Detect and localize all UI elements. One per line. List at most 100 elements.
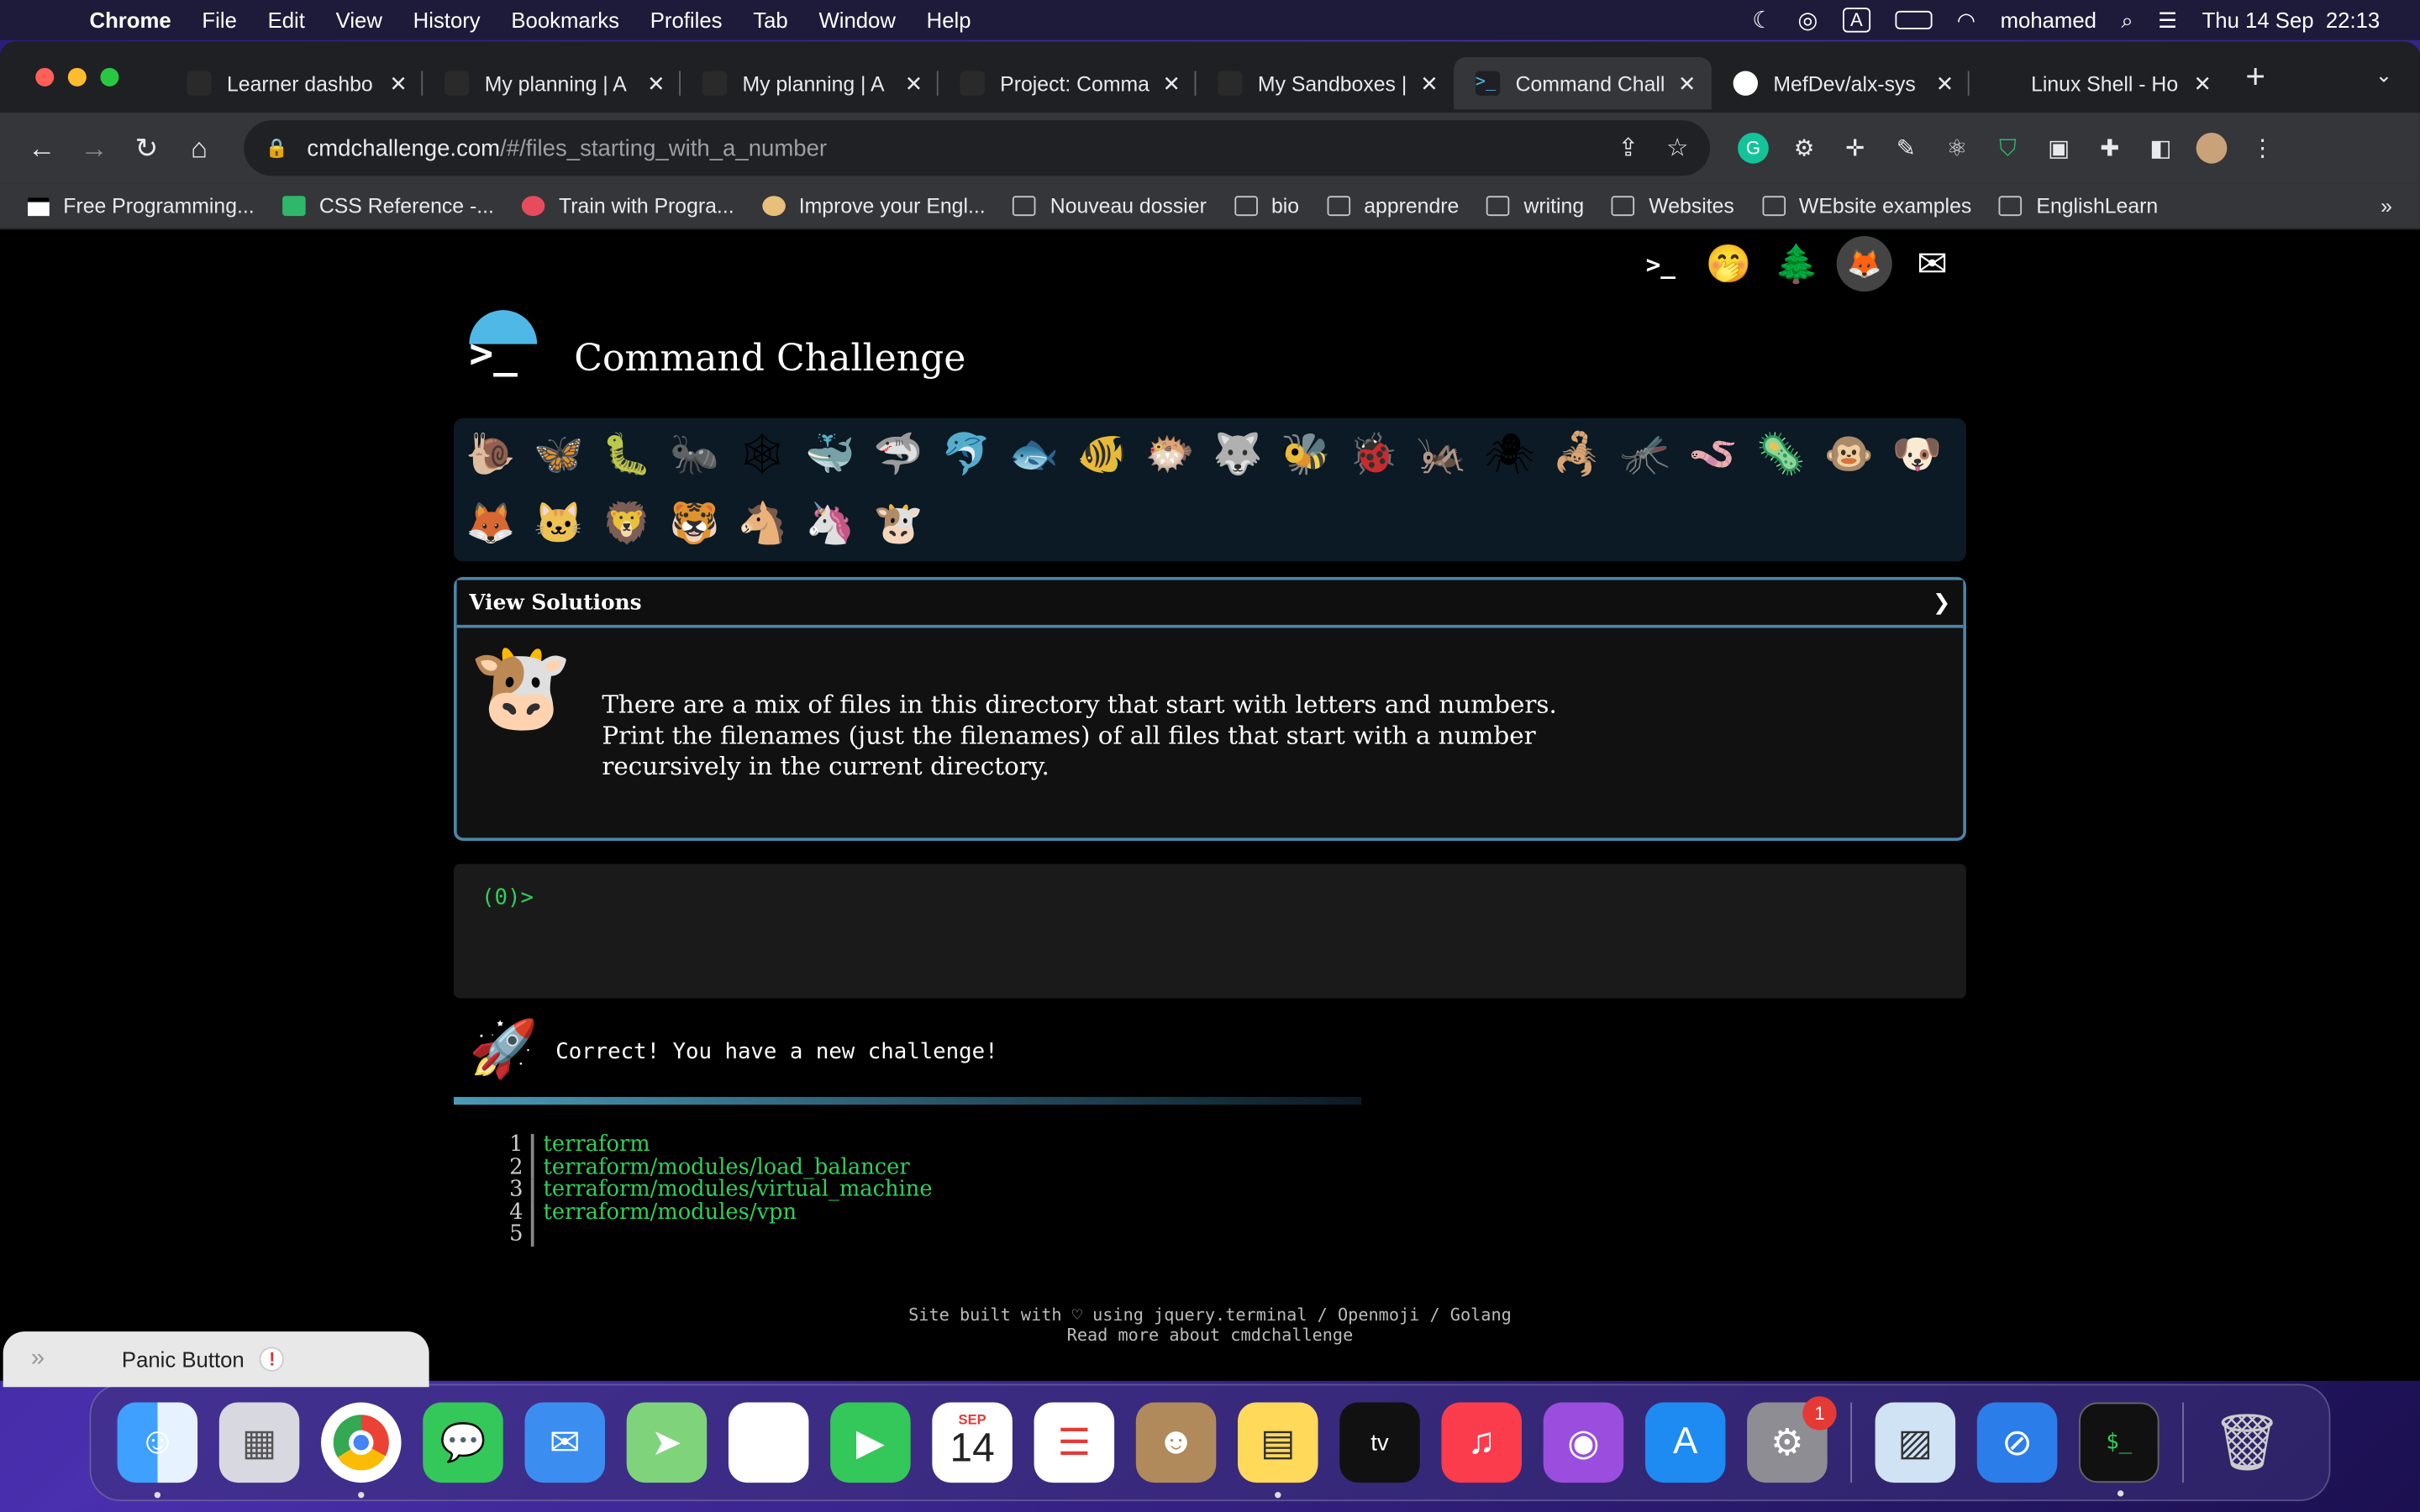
terminal-link-icon[interactable]: >_ [1633, 236, 1688, 291]
challenge-animal-icon[interactable]: 🐳 [802, 424, 858, 483]
challenge-animal-icon[interactable]: 🐝 [1278, 424, 1334, 483]
challenge-animal-icon[interactable]: 🕸 [734, 424, 790, 483]
tab-github-mefdev[interactable]: MefDev/alx-sys ✕ [1712, 57, 1970, 109]
challenge-animal-icon[interactable]: 🦄 [802, 495, 858, 554]
chevron-right-icon[interactable]: ❯ [1933, 590, 1951, 616]
challenge-animal-icon[interactable]: 🦈 [871, 424, 926, 483]
side-panel-icon[interactable]: ◧ [2145, 133, 2176, 164]
menu-history[interactable]: History [413, 8, 481, 32]
terminal-logo-icon[interactable]: >_ [466, 310, 540, 384]
close-tab-icon[interactable]: ✕ [1936, 71, 1954, 97]
challenge-animal-icon[interactable]: 🐺 [1210, 424, 1265, 483]
menu-view[interactable]: View [336, 8, 382, 32]
bookmark-folder-website-examples[interactable]: WEbsite examples [1761, 194, 1971, 218]
new-tab-button[interactable]: + [2245, 57, 2265, 97]
bookmark-folder-nouveau-dossier[interactable]: Nouveau dossier [1013, 194, 1207, 218]
share-icon[interactable]: ⇪ [1618, 133, 1639, 164]
bookmark-folder-englishlearn[interactable]: EnglishLearn [1999, 194, 2158, 218]
challenge-animal-icon[interactable]: 🐠 [1074, 424, 1129, 483]
apple-tv-icon[interactable]: tv [1339, 1402, 1420, 1483]
tab-command-challenge[interactable]: >_ Command Chall ✕ [1454, 56, 1712, 110]
lock-icon[interactable]: 🔒 [266, 137, 288, 159]
reminders-icon[interactable]: ☰ [1034, 1402, 1115, 1483]
tab-my-planning-1[interactable]: My planning | A ✕ [423, 57, 681, 109]
challenge-animal-icon[interactable]: 🐞 [1346, 424, 1402, 483]
oops-face-icon[interactable]: 🤭 [1701, 236, 1756, 291]
double-chevron-icon[interactable]: » [31, 1346, 45, 1373]
color-picker-extension-icon[interactable]: ✎ [1891, 133, 1922, 164]
maximize-window-button[interactable] [100, 67, 119, 87]
app-store-icon[interactable]: A [1644, 1402, 1726, 1483]
preview-icon[interactable]: ▨ [1875, 1402, 1956, 1483]
podcasts-icon[interactable]: ◉ [1543, 1402, 1624, 1483]
challenge-animal-icon[interactable]: 🐵 [1821, 424, 1876, 483]
chrome-menu-icon[interactable]: ⋮ [2247, 133, 2278, 164]
chrome-icon[interactable] [321, 1402, 402, 1499]
focus-icon[interactable]: ☾ [1752, 6, 1773, 34]
creative-cloud-icon[interactable]: ◎ [1797, 6, 1818, 34]
close-tab-icon[interactable]: ✕ [1420, 71, 1439, 97]
safari-icon[interactable]: ⊘ [1976, 1402, 2058, 1483]
maps-icon[interactable]: ➤ [626, 1402, 708, 1483]
bookmark-folder-websites[interactable]: Websites [1612, 194, 1734, 218]
terminal-app-icon[interactable]: $_ [2079, 1402, 2160, 1497]
minimize-window-button[interactable] [67, 67, 87, 87]
menu-tab[interactable]: Tab [753, 8, 787, 32]
gitlab-icon[interactable]: 🦊 [1836, 236, 1892, 292]
notes-icon[interactable]: ▤ [1238, 1402, 1318, 1499]
system-settings-icon[interactable]: ⚙ 1 [1747, 1396, 1837, 1483]
control-center-icon[interactable]: ☰ [2158, 7, 2177, 33]
grammarly-extension-icon[interactable]: G [1738, 132, 1769, 164]
menu-edit[interactable]: Edit [268, 8, 305, 32]
close-tab-icon[interactable]: ✕ [389, 71, 408, 97]
trash-icon[interactable]: 🗑 [2207, 1403, 2287, 1483]
challenge-animal-icon[interactable]: 🦗 [1413, 424, 1469, 483]
music-icon[interactable]: ♫ [1441, 1402, 1522, 1483]
close-tab-icon[interactable]: ✕ [905, 71, 923, 97]
home-button[interactable]: ⌂ [173, 122, 225, 174]
menu-bookmarks[interactable]: Bookmarks [511, 8, 619, 32]
photos-icon[interactable]: ✿ [728, 1402, 809, 1483]
close-window-button[interactable] [35, 67, 55, 87]
challenge-animal-icon[interactable]: 🐜 [666, 424, 722, 483]
challenge-animal-icon[interactable]: 🦂 [1549, 424, 1605, 483]
shield-extension-icon[interactable]: ⛉ [1992, 133, 2023, 164]
view-solutions-header[interactable]: View Solutions ❯ [456, 580, 1964, 628]
spotlight-search-icon[interactable]: ⌕ [2121, 7, 2133, 33]
back-button[interactable]: ← [15, 122, 67, 174]
close-tab-icon[interactable]: ✕ [1678, 71, 1697, 97]
bookmark-train-programming[interactable]: Train with Progra... [521, 194, 734, 218]
challenge-animal-icon[interactable]: 🐮 [871, 495, 926, 554]
challenge-animal-icon[interactable]: 🦁 [599, 495, 655, 554]
challenge-animal-icon[interactable]: 🐡 [1142, 424, 1197, 483]
bookmark-improve-english[interactable]: Improve your Engl... [761, 194, 986, 218]
finder-icon[interactable]: ☺ [117, 1402, 198, 1499]
calendar-icon[interactable]: SEP 14 [932, 1402, 1013, 1483]
close-tab-icon[interactable]: ✕ [1163, 71, 1181, 97]
challenge-animal-icon[interactable]: 🦟 [1618, 424, 1673, 483]
challenge-animal-icon[interactable]: 🐟 [1007, 424, 1062, 483]
menu-profiles[interactable]: Profiles [650, 8, 723, 32]
challenge-animal-icon[interactable]: 🐴 [734, 495, 790, 554]
facetime-icon[interactable]: ▶ [830, 1402, 911, 1483]
challenge-animal-icon[interactable]: 🐛 [599, 424, 655, 483]
wifi-icon[interactable]: ◠ [1957, 7, 1975, 33]
panic-button[interactable]: » Panic Button ! [3, 1331, 429, 1388]
close-tab-icon[interactable]: ✕ [647, 71, 666, 97]
challenge-animal-icon[interactable]: 🦋 [531, 424, 587, 483]
tab-my-planning-2[interactable]: My planning | A ✕ [681, 57, 939, 109]
challenge-animal-icon[interactable]: 🐌 [463, 424, 518, 483]
tab-project-command[interactable]: Project: Comma ✕ [939, 57, 1197, 109]
ruler-extension-icon[interactable]: ✛ [1839, 133, 1870, 164]
bookmark-free-programming[interactable]: Free Programming... [28, 194, 255, 218]
bookmark-star-icon[interactable]: ☆ [1666, 133, 1688, 164]
bookmark-folder-apprendre[interactable]: apprendre [1327, 194, 1459, 218]
challenge-animal-icon[interactable]: 🦊 [463, 495, 518, 554]
bookmark-folder-writing[interactable]: writing [1486, 194, 1584, 218]
reload-button[interactable]: ↻ [120, 122, 172, 174]
mail-app-icon[interactable]: ✉ [524, 1402, 605, 1483]
tab-search-chevron-icon[interactable]: ⌄ [2375, 63, 2392, 87]
screen-extension-icon[interactable]: ▣ [2044, 133, 2075, 164]
menu-clock[interactable]: Thu 14 Sep 22:13 [2202, 8, 2381, 32]
puzzle-extensions-icon[interactable]: ✚ [2094, 133, 2125, 164]
